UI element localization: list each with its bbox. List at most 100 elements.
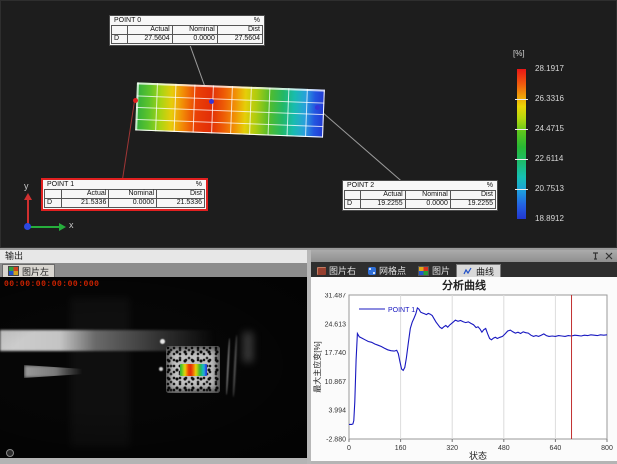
y-tick-label: 24.613 [325,321,347,328]
actual-value: 27.5604 [127,35,172,44]
analysis-curve-chart: 分析曲线 0 160 320 480 640 800 31.487 24.613 17.740 1… [311,277,617,461]
x-tick-label: 480 [498,445,510,452]
nominal-value: 0.0000 [172,35,217,44]
frame-timestamp: 00:00:00:00:00:000 [4,280,99,289]
z-axis-dot-icon [24,223,31,230]
col-dist: Dist [450,191,495,200]
legend-tick [515,129,528,130]
legend-value: 20.7513 [535,184,564,193]
x-axis-arrow-icon [59,223,66,231]
close-icon[interactable] [603,251,614,261]
col-actual: Actual [127,26,172,35]
y-axis-label: y [24,181,29,191]
y-axis-title: 最大主应变[%] [312,341,322,393]
image-icon [418,266,429,276]
analysis-curve-plot[interactable]: 0 160 320 480 640 800 31.487 24.613 17.740 10.867… [311,293,617,461]
grid-points-icon [368,267,376,275]
annotation-title: POINT 2 [347,182,374,190]
camera-icon [317,267,326,275]
connector-point1 [122,101,135,179]
color-scale-legend: [%] 28.1917 26.3316 24.4715 22.6114 20.7… [506,49,616,229]
y-tick-label: 10.867 [325,379,347,386]
point2-marker[interactable] [315,105,320,110]
mesh-grid-lines [135,82,325,137]
output-panel: 输出 图片左 00:00:00:00:00:000 [0,250,307,464]
dist-value: 21.5336 [157,199,205,208]
annotation-unit: % [196,181,202,189]
camera-image-view[interactable]: 00:00:00:00:00:000 [0,277,307,458]
curves-panel: 图片右 网格点 图片 曲线 分析曲线 0 160 320 480 640 800 31.48… [311,250,617,464]
curves-tab-bar: 图片右 网格点 图片 曲线 [311,262,617,277]
dist-value: 19.2255 [450,200,495,209]
legend-value: 28.1917 [535,64,564,73]
panel-bottom-strip [0,458,307,464]
x-tick-label: 160 [395,445,407,452]
tab-curve[interactable]: 曲线 [456,264,501,277]
annotation-point2[interactable]: POINT 2 % Actual Nominal Dist D 19.2255 … [342,180,498,211]
x-axis-label: x [69,220,74,230]
col-nominal: Nominal [405,191,450,200]
annotation-table: Actual Nominal Dist D 19.2255 0.0000 19.… [344,190,496,209]
tab-grid-points[interactable]: 网格点 [362,264,412,277]
plot-border [349,295,607,439]
legend-value: 24.4715 [535,124,564,133]
image-icon [8,266,19,276]
application-window: POINT 0 % Actual Nominal Dist D 27.5604 … [0,0,617,464]
point1-marker[interactable] [133,98,138,103]
y-tick-label: -2.880 [326,437,346,444]
y-tick-label: 31.487 [325,293,347,300]
x-axis-title: 状态 [469,450,487,461]
legend-label: POINT 1 [388,307,415,314]
annotation-title: POINT 0 [114,17,141,25]
x-tick-label: 0 [347,445,351,452]
actual-value: 19.2255 [360,200,405,209]
legend-tick [515,99,528,100]
pin-icon[interactable] [590,251,601,261]
tab-label: 图片左 [22,265,49,278]
x-tick-label: 640 [550,445,562,452]
indicator-dot-icon [6,449,14,457]
row-label: D [112,35,128,44]
col-dist: Dist [157,190,205,199]
x-tick-label: 800 [601,445,613,452]
legend-unit-label: [%] [513,49,525,58]
y-tick-label: 3.994 [328,408,346,415]
output-tab-bar: 图片左 [0,263,307,277]
output-panel-title: 输出 [0,250,307,263]
legend-tick [515,159,528,160]
annotation-point0[interactable]: POINT 0 % Actual Nominal Dist D 27.5604 … [109,15,265,46]
tab-label: 曲线 [476,265,494,278]
tab-label: 网格点 [379,264,406,277]
x-tick-label: 320 [446,445,458,452]
tab-image-left[interactable]: 图片左 [2,264,55,277]
tab-image-right[interactable]: 图片右 [311,264,362,277]
curves-panel-header [311,250,617,262]
curve-icon [463,267,473,276]
dist-value: 27.5604 [217,35,262,44]
row-label: D [345,200,361,209]
chart-title: 分析曲线 [311,277,617,293]
col-nominal: Nominal [109,190,157,199]
col-dist: Dist [217,26,262,35]
col-actual: Actual [360,191,405,200]
annotation-unit: % [254,17,260,25]
nominal-value: 0.0000 [109,199,157,208]
point0-marker[interactable] [209,99,214,104]
legend-value: 26.3316 [535,94,564,103]
strain-map-mesh [135,82,325,137]
coordinate-axes-indicator: y x [7,185,87,240]
annotation-unit: % [487,182,493,190]
viewport-3d[interactable]: POINT 0 % Actual Nominal Dist D 27.5604 … [0,0,617,248]
tab-image[interactable]: 图片 [412,264,456,277]
legend-tick [515,189,528,190]
tab-label: 图片右 [329,264,356,277]
legend-gradient-bar [517,69,526,219]
legend-value: 18.8912 [535,214,564,223]
tab-label: 图片 [432,264,450,277]
y-tick-label: 17.740 [325,350,347,357]
nominal-value: 0.0000 [405,200,450,209]
annotation-table: Actual Nominal Dist D 27.5604 0.0000 27.… [111,25,263,44]
legend-value: 22.6114 [535,154,563,163]
image-vignette [0,277,307,458]
x-axis-line [29,226,59,228]
